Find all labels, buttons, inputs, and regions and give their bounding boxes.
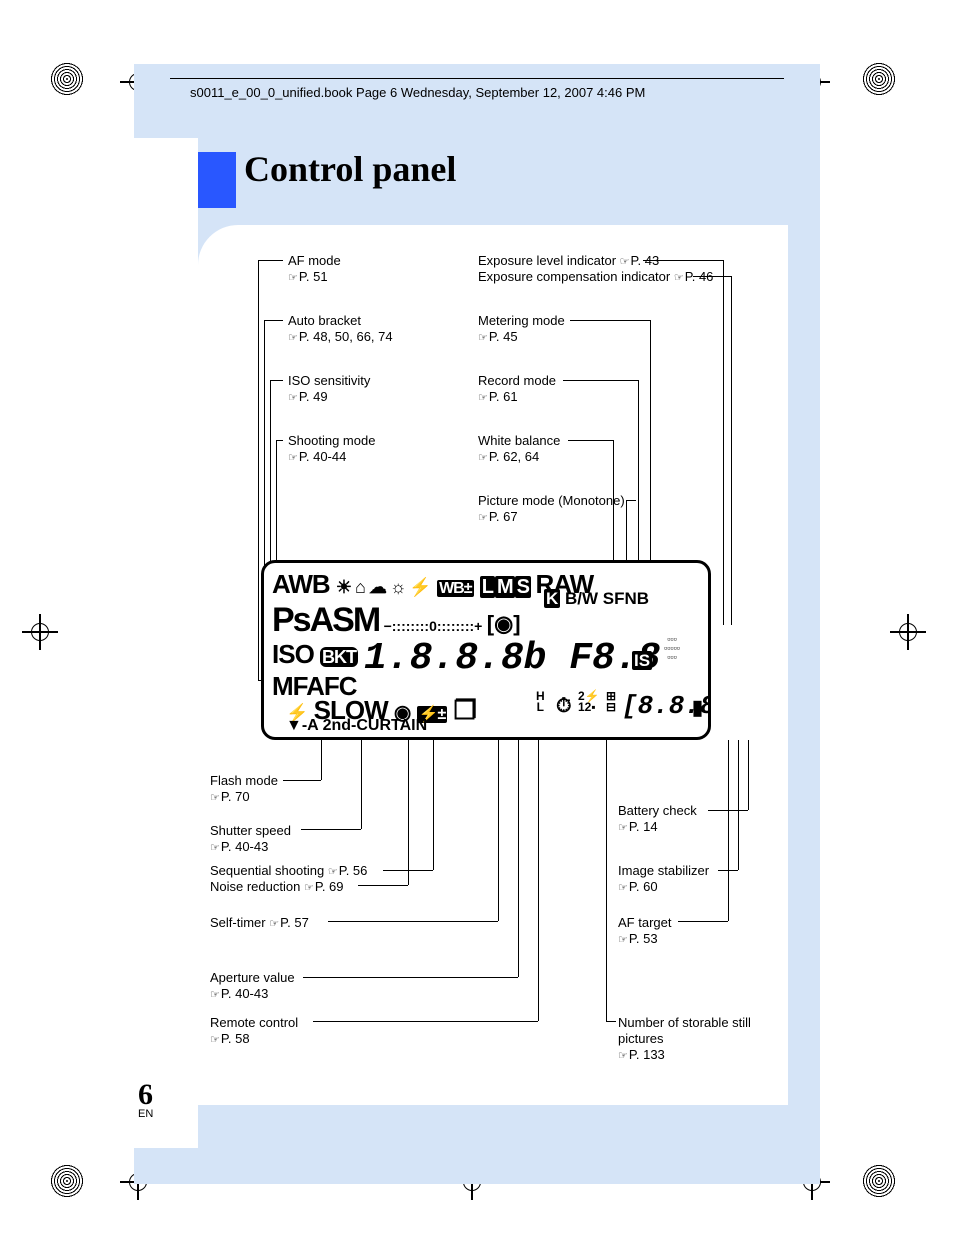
lcd-wb-icons: ☀ ⌂ ☁ ☼ ⚡ bbox=[336, 577, 431, 597]
content-panel: AF mode ☞P. 51 Auto bracket ☞P. 48, 50, … bbox=[198, 225, 788, 1105]
lcd-screen: AWB ☀ ⌂ ☁ ☼ ⚡ WB± LMS RAW PsASM −:::::::… bbox=[261, 560, 711, 740]
side-white-block bbox=[134, 138, 198, 1148]
label-iso: ISO sensitivity ☞P. 49 bbox=[288, 373, 370, 406]
label-shooting-mode: Shooting mode ☞P. 40-44 bbox=[288, 433, 375, 466]
print-target-bl bbox=[50, 1164, 84, 1198]
label-record-mode: Record mode ☞P. 61 bbox=[478, 373, 556, 406]
lcd-curtain: A 2nd-CURTAIN bbox=[307, 717, 427, 734]
lcd-metering-icon: [◉] bbox=[487, 611, 521, 636]
label-sequential-shooting: Sequential shooting ☞P. 56 bbox=[210, 863, 367, 880]
label-image-stabilizer: Image stabilizer ☞P. 60 bbox=[618, 863, 709, 896]
crop-mark-mr bbox=[896, 620, 920, 644]
lcd-awb: AWB bbox=[272, 569, 330, 599]
lcd-exp-scale: −::::::::0::::::::+ bbox=[384, 618, 483, 634]
ref-icon: ☞ bbox=[288, 270, 297, 286]
lcd-iso: ISO bbox=[272, 639, 314, 669]
lcd-seq-icon: ❐ bbox=[454, 695, 476, 725]
lcd-timer-icon: ⏱ bbox=[556, 695, 572, 718]
lcd-bw: B/W bbox=[565, 589, 598, 608]
lcd-plus-minus-icon: ⊞⊟ bbox=[606, 691, 616, 713]
title-blue-box bbox=[198, 152, 236, 208]
lcd-psasm: PsASM bbox=[272, 601, 379, 639]
lcd-hl: HL bbox=[536, 691, 545, 713]
label-metering: Metering mode ☞P. 45 bbox=[478, 313, 565, 346]
label-white-balance: White balance ☞P. 62, 64 bbox=[478, 433, 560, 466]
label-self-timer: Self-timer ☞P. 57 bbox=[210, 915, 309, 932]
label-exposure-level: Exposure level indicator ☞P. 43 bbox=[478, 253, 659, 270]
label-battery-check: Battery check ☞P. 14 bbox=[618, 803, 697, 836]
crop-mark-ml bbox=[28, 620, 52, 644]
lcd-lms: LMS bbox=[480, 576, 536, 598]
header-rule bbox=[170, 78, 784, 79]
print-target-tl bbox=[50, 62, 84, 96]
label-auto-bracket: Auto bracket ☞P. 48, 50, 66, 74 bbox=[288, 313, 393, 346]
lcd-k-icon: K bbox=[544, 589, 560, 608]
page-language: EN bbox=[138, 1108, 153, 1120]
label-exposure-comp: Exposure compensation indicator ☞P. 46 bbox=[478, 269, 713, 286]
label-af-target: AF target ☞P. 53 bbox=[618, 915, 671, 948]
label-aperture: Aperture value ☞P. 40-43 bbox=[210, 970, 295, 1003]
lcd-wb-badge: WB± bbox=[437, 580, 473, 597]
page-header-text: s0011_e_00_0_unified.book Page 6 Wednesd… bbox=[190, 85, 645, 100]
label-flash-mode: Flash mode ☞P. 70 bbox=[210, 773, 278, 806]
page-title: Control panel bbox=[244, 148, 456, 190]
lcd-twelve: 2⚡12▪ bbox=[578, 691, 600, 713]
label-noise-reduction: Noise reduction ☞P. 69 bbox=[210, 879, 344, 896]
label-af-mode: AF mode ☞P. 51 bbox=[288, 253, 341, 286]
lcd-sfnb: SFNB bbox=[603, 589, 649, 608]
page-number: 6 bbox=[138, 1078, 153, 1112]
label-remote-control: Remote control ☞P. 58 bbox=[210, 1015, 298, 1048]
label-picture-mode: Picture mode (Monotone) ☞P. 67 bbox=[478, 493, 625, 526]
print-target-br bbox=[862, 1164, 896, 1198]
lcd-af-target-dots: ▫▫▫▫▫▫▫▫▫▫▫ bbox=[664, 635, 680, 662]
lcd-bkt: BKT bbox=[320, 647, 358, 667]
lcd-main-display: 1.8.8.8b F8.8 bbox=[364, 637, 660, 680]
print-target-tr bbox=[862, 62, 896, 96]
lcd-is-badge: IS bbox=[632, 651, 652, 670]
label-shutter-speed: Shutter speed ☞P. 40-43 bbox=[210, 823, 291, 856]
label-storable-pictures: Number of storable still pictures ☞P. 13… bbox=[618, 1015, 788, 1064]
lcd-battery-icon: ▮ bbox=[692, 695, 703, 720]
